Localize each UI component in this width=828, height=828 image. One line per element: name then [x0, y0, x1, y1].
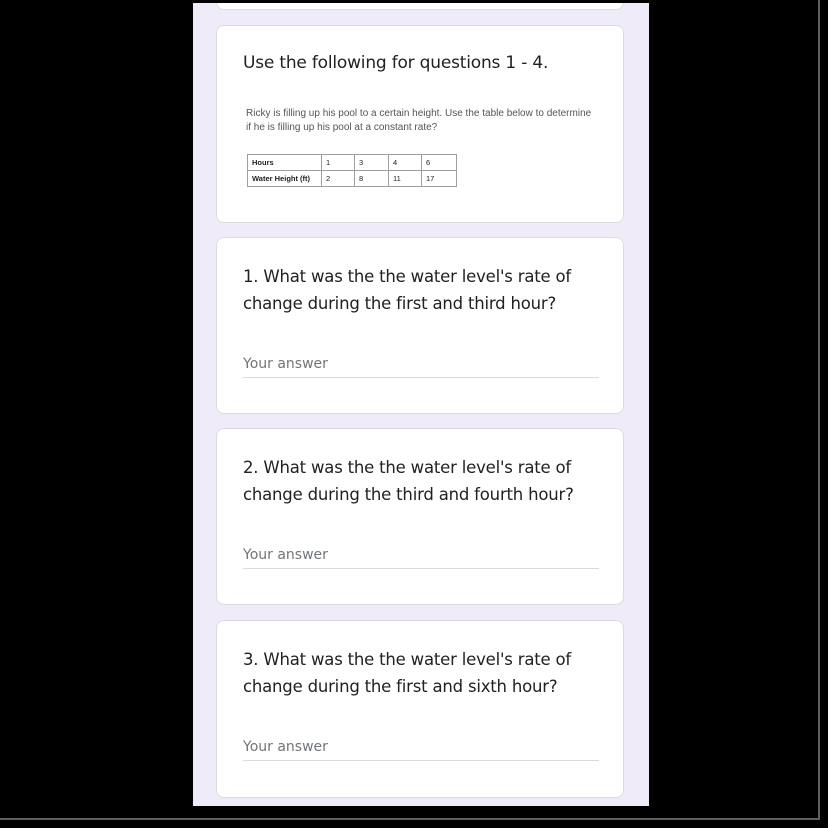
question-1-text: 1. What was the the water level's rate o… [243, 267, 572, 313]
table-row-header: Hours [247, 154, 322, 171]
form-viewport[interactable]: Use the following for questions 1 - 4. R… [193, 3, 649, 806]
question-2-text: 2. What was the the water level's rate o… [243, 458, 574, 504]
section-title: Use the following for questions 1 - 4. [243, 53, 549, 73]
question-1-answer-input[interactable] [243, 351, 599, 378]
table-cell: 2 [321, 170, 355, 187]
section-card: Use the following for questions 1 - 4. R… [216, 25, 624, 223]
table-row: Hours 1 3 4 6 [247, 154, 457, 171]
screen-background: Use the following for questions 1 - 4. R… [0, 0, 828, 828]
question-2-answer-input[interactable] [243, 542, 599, 569]
data-table: Hours 1 3 4 6 Water Height (ft) 2 8 11 1… [247, 154, 457, 187]
table-cell: 8 [354, 170, 389, 187]
question-3-text: 3. What was the the water level's rate o… [243, 650, 572, 696]
question-card-3: 3. What was the the water level's rate o… [216, 620, 624, 798]
table-cell: 4 [388, 154, 422, 171]
question-3-answer-input[interactable] [243, 734, 599, 761]
question-card-2: 2. What was the the water level's rate o… [216, 428, 624, 605]
table-cell: 17 [421, 170, 457, 187]
table-row-header: Water Height (ft) [247, 170, 322, 187]
table-cell: 11 [388, 170, 422, 187]
table-cell: 6 [421, 154, 457, 171]
previous-card [216, 3, 624, 10]
table-cell: 3 [354, 154, 389, 171]
question-card-1: 1. What was the the water level's rate o… [216, 237, 624, 414]
table-cell: 1 [321, 154, 355, 171]
frame-border-right [818, 0, 820, 820]
frame-border-bottom [0, 818, 820, 820]
problem-description: Ricky is filling up his pool to a certai… [246, 108, 592, 133]
table-row: Water Height (ft) 2 8 11 17 [247, 170, 457, 187]
